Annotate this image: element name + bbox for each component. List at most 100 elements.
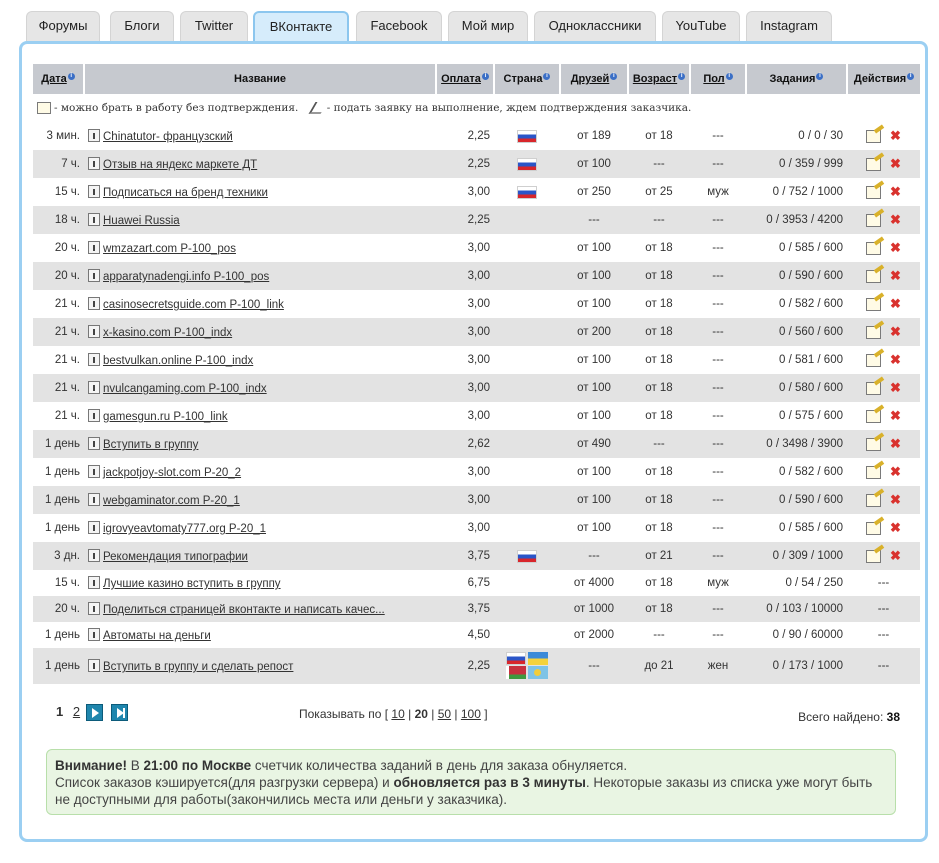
tab-twitter[interactable]: Twitter xyxy=(180,11,248,41)
document-icon[interactable] xyxy=(88,602,100,615)
delete-icon[interactable]: ✖ xyxy=(890,408,901,423)
cell-name: casinosecretsguide.com P-100_link xyxy=(84,290,436,318)
tab-forums[interactable]: Форумы xyxy=(26,11,100,41)
take-task-icon[interactable] xyxy=(866,157,882,171)
take-task-icon[interactable] xyxy=(866,129,882,143)
delete-icon[interactable]: ✖ xyxy=(890,296,901,311)
info-icon: i xyxy=(907,73,915,81)
delete-icon[interactable]: ✖ xyxy=(890,436,901,451)
take-task-icon[interactable] xyxy=(866,409,882,423)
header-payment[interactable]: Оплата i xyxy=(436,64,495,94)
document-icon[interactable] xyxy=(88,213,100,226)
header-friends[interactable]: Друзей i xyxy=(560,64,629,94)
delete-icon[interactable]: ✖ xyxy=(890,520,901,535)
document-icon[interactable] xyxy=(88,521,100,534)
task-link[interactable]: igrovyeavtomaty777.org P-20_1 xyxy=(103,523,266,535)
tab-facebook[interactable]: Facebook xyxy=(356,11,442,41)
document-icon[interactable] xyxy=(88,437,100,450)
document-icon[interactable] xyxy=(88,241,100,254)
document-icon[interactable] xyxy=(88,381,100,394)
task-link[interactable]: Вступить в группу xyxy=(103,439,198,451)
task-link[interactable]: jackpotjoy-slot.com P-20_2 xyxy=(103,467,241,479)
task-link[interactable]: Лучшие казино вступить в группу xyxy=(103,578,281,590)
tab-youtube[interactable]: YouTube xyxy=(662,11,740,41)
cell-tasks: 0 / 590 / 600 xyxy=(746,262,847,290)
tab-vkontakte[interactable]: ВКонтакте xyxy=(253,11,349,44)
delete-icon[interactable]: ✖ xyxy=(890,548,901,563)
take-task-icon[interactable] xyxy=(866,269,882,283)
document-icon[interactable] xyxy=(88,269,100,282)
document-icon[interactable] xyxy=(88,628,100,641)
page-2[interactable]: 2 xyxy=(73,704,80,719)
task-link[interactable]: gamesgun.ru P-100_link xyxy=(103,411,228,423)
document-icon[interactable] xyxy=(88,493,100,506)
document-icon[interactable] xyxy=(88,157,100,170)
task-link[interactable]: Huawei Russia xyxy=(103,215,180,227)
task-link[interactable]: Поделиться страницей вконтакте и написат… xyxy=(103,604,385,616)
document-icon[interactable] xyxy=(88,353,100,366)
per-page-50[interactable]: 50 xyxy=(438,707,451,721)
tab-instagram[interactable]: Instagram xyxy=(746,11,832,41)
delete-icon[interactable]: ✖ xyxy=(890,380,901,395)
delete-icon[interactable]: ✖ xyxy=(890,492,901,507)
take-task-icon[interactable] xyxy=(866,353,882,367)
page-1[interactable]: 1 xyxy=(56,704,63,719)
flag-kz-icon xyxy=(528,666,548,680)
per-page-100[interactable]: 100 xyxy=(461,707,481,721)
delete-icon[interactable]: ✖ xyxy=(890,128,901,143)
take-task-icon[interactable] xyxy=(866,241,882,255)
delete-icon[interactable]: ✖ xyxy=(890,240,901,255)
take-task-icon[interactable] xyxy=(866,297,882,311)
tab-odnoklassniki[interactable]: Одноклассники xyxy=(534,11,656,41)
delete-icon[interactable]: ✖ xyxy=(890,156,901,171)
take-task-icon[interactable] xyxy=(866,213,882,227)
document-icon[interactable] xyxy=(88,409,100,422)
header-age[interactable]: Возраст i xyxy=(628,64,691,94)
table-row: 18 ч. Huawei Russia 2,25 --- --- --- 0 / 3953 … xyxy=(33,206,920,234)
task-link[interactable]: bestvulkan.online P-100_indx xyxy=(103,355,253,367)
document-icon[interactable] xyxy=(88,185,100,198)
take-task-icon[interactable] xyxy=(866,437,882,451)
task-link[interactable]: Рекомендация типографии xyxy=(103,551,248,563)
header-sex[interactable]: Пол i xyxy=(690,64,747,94)
task-link[interactable]: nvulcangaming.com P-100_indx xyxy=(103,383,267,395)
tab-moi-mir[interactable]: Мой мир xyxy=(448,11,528,41)
delete-icon[interactable]: ✖ xyxy=(890,352,901,367)
header-date[interactable]: Дата i xyxy=(33,64,85,94)
take-task-icon[interactable] xyxy=(866,185,882,199)
task-link[interactable]: Подписаться на бренд техники xyxy=(103,187,268,199)
delete-icon[interactable]: ✖ xyxy=(890,268,901,283)
cell-name: Автоматы на деньги xyxy=(84,622,436,648)
document-icon[interactable] xyxy=(88,297,100,310)
task-link[interactable]: Автоматы на деньги xyxy=(103,630,211,642)
delete-icon[interactable]: ✖ xyxy=(890,324,901,339)
delete-icon[interactable]: ✖ xyxy=(890,184,901,199)
take-task-icon[interactable] xyxy=(866,493,882,507)
take-task-icon[interactable] xyxy=(866,521,882,535)
task-link[interactable]: webgaminator.com P-20_1 xyxy=(103,495,240,507)
take-task-icon[interactable] xyxy=(866,325,882,339)
delete-icon[interactable]: ✖ xyxy=(890,212,901,227)
task-link[interactable]: casinosecretsguide.com P-100_link xyxy=(103,299,284,311)
task-link[interactable]: Отзыв на яндекс маркете ДТ xyxy=(103,159,257,171)
take-task-icon[interactable] xyxy=(866,465,882,479)
task-link[interactable]: Вступить в группу и сделать репост xyxy=(103,661,293,673)
task-link[interactable]: Chinatutor- французский xyxy=(103,131,233,143)
task-link[interactable]: wmzazart.com P-100_pos xyxy=(103,243,236,255)
document-icon[interactable] xyxy=(88,576,100,589)
next-page-icon[interactable] xyxy=(86,704,103,721)
take-task-icon[interactable] xyxy=(866,549,882,563)
document-icon[interactable] xyxy=(88,659,100,672)
document-icon[interactable] xyxy=(88,325,100,338)
delete-icon[interactable]: ✖ xyxy=(890,464,901,479)
document-icon[interactable] xyxy=(88,465,100,478)
document-icon[interactable] xyxy=(88,549,100,562)
task-link[interactable]: apparatynadengi.info P-100_pos xyxy=(103,271,269,283)
last-page-icon[interactable] xyxy=(111,704,128,721)
task-link[interactable]: x-kasino.com P-100_indx xyxy=(103,327,232,339)
table-row: 21 ч. casinosecretsguide.com P-100_link 3,… xyxy=(33,290,920,318)
tab-blogs[interactable]: Блоги xyxy=(110,11,174,41)
per-page-10[interactable]: 10 xyxy=(391,707,404,721)
document-icon[interactable] xyxy=(88,129,100,142)
take-task-icon[interactable] xyxy=(866,381,882,395)
